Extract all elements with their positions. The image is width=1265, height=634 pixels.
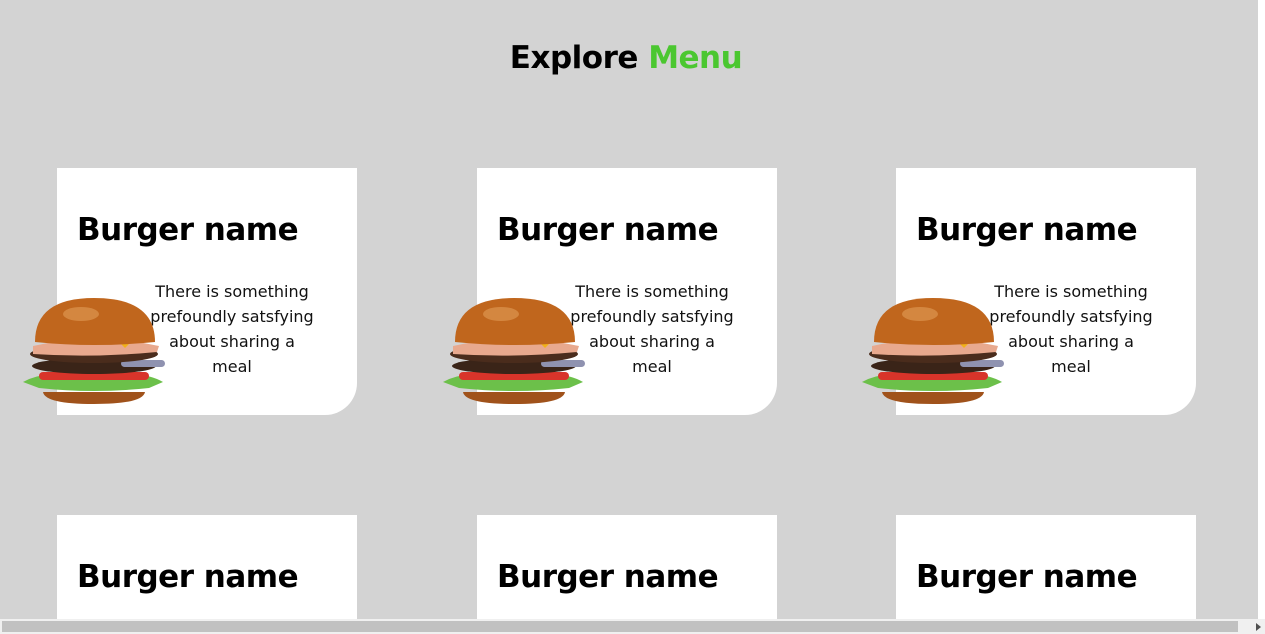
menu-card[interactable]: Burger name There is something prefoundly… (443, 168, 777, 415)
card-title: Burger name (916, 212, 1138, 248)
card-description: There is something prefoundly satsfying … (989, 282, 1153, 376)
scrollbar-thumb[interactable] (2, 621, 1238, 632)
menu-page: Explore Menu Burger name There is somethi… (0, 0, 1258, 619)
burger-image (860, 296, 1006, 406)
card-title: Burger name (77, 212, 299, 248)
menu-card[interactable]: Burger name (896, 515, 1196, 619)
menu-card[interactable]: Burger name (57, 515, 357, 619)
card-title: Burger name (916, 559, 1138, 595)
horizontal-scrollbar[interactable] (0, 619, 1265, 634)
menu-card[interactable]: Burger name (477, 515, 777, 619)
burger-image (441, 296, 587, 406)
menu-card[interactable]: Burger name There is something prefoundly… (862, 168, 1196, 415)
burger-image (21, 296, 167, 406)
card-description: There is something prefoundly satsfying … (150, 282, 314, 376)
title-main: Explore (509, 40, 639, 76)
card-title: Burger name (497, 559, 719, 595)
scroll-right-arrow-icon[interactable] (1256, 623, 1261, 631)
card-title: Burger name (497, 212, 719, 248)
card-description: There is something prefoundly satsfying … (570, 282, 734, 376)
title-accent: Menu (648, 40, 743, 76)
page-title: Explore Menu (0, 40, 1252, 76)
card-title: Burger name (77, 559, 299, 595)
menu-card[interactable]: Burger name There is something prefoundly… (23, 168, 357, 415)
